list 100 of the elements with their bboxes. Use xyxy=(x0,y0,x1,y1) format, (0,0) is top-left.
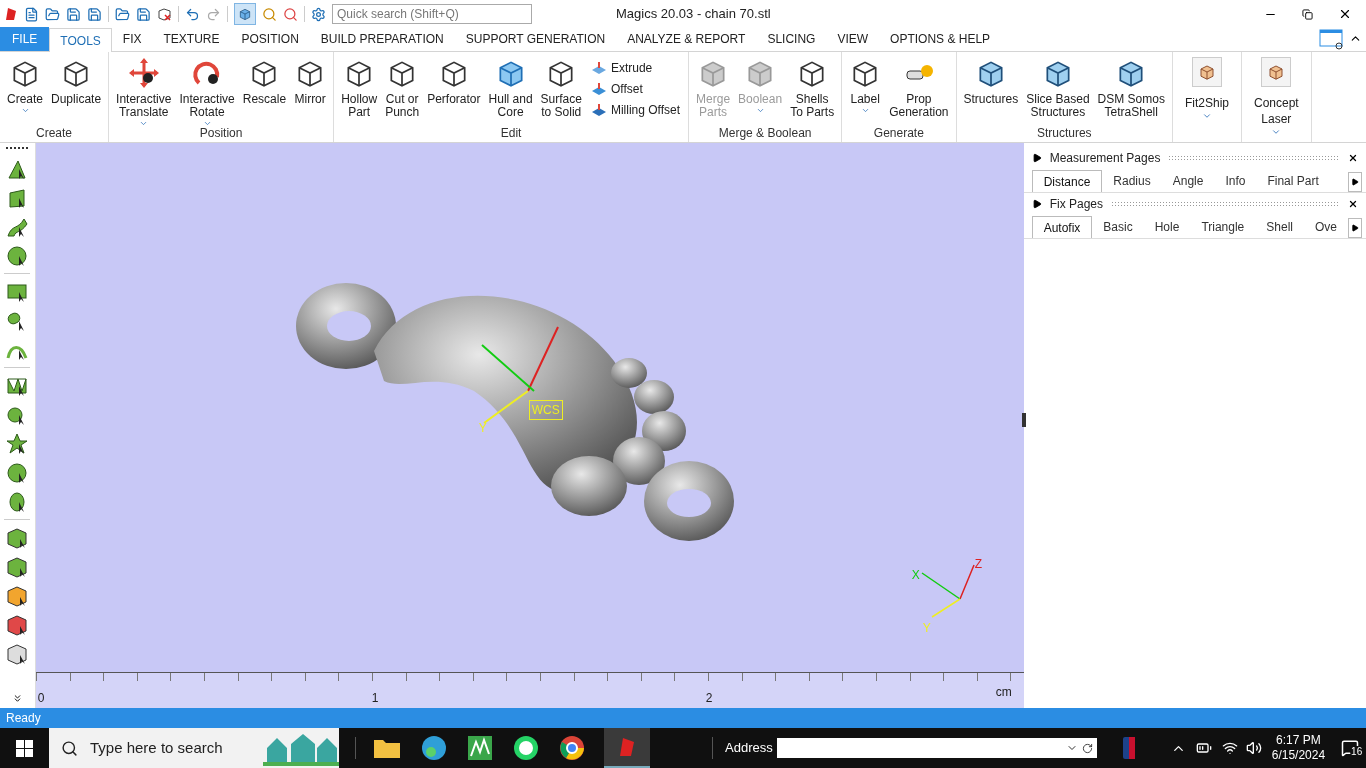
app-tile-icon[interactable] xyxy=(466,734,494,762)
chat-icon[interactable] xyxy=(512,734,540,762)
close-icon[interactable] xyxy=(1338,7,1352,21)
browser-icon[interactable] xyxy=(420,734,448,762)
refresh-icon[interactable] xyxy=(1081,742,1093,754)
cube-cursor-icon[interactable] xyxy=(6,526,29,549)
window-settings-icon[interactable] xyxy=(1319,29,1345,51)
panel-title: Measurement Pages xyxy=(1049,150,1161,167)
clock-date[interactable]: 6/15/2024 xyxy=(1271,748,1326,763)
select-tool-icon[interactable] xyxy=(6,461,29,484)
ribbon-button[interactable]: Interactive Rotate xyxy=(176,57,238,128)
restore-icon[interactable] xyxy=(1302,8,1313,20)
sports-logo-icon[interactable] xyxy=(1122,737,1135,759)
group-label: Merge & Boolean xyxy=(718,125,812,142)
new-file-icon[interactable] xyxy=(24,6,39,22)
save-as-icon[interactable] xyxy=(87,6,102,22)
ribbon-tab[interactable]: BUILD PREPARATION xyxy=(309,27,455,51)
window-title: Magics 20.03 - chain 70.stl xyxy=(616,5,771,24)
ribbon-button[interactable]: Surface to Solid xyxy=(537,57,585,119)
expand-icon[interactable] xyxy=(1031,199,1042,209)
ribbon-button[interactable]: Mirror xyxy=(291,57,330,106)
scroll-right-button[interactable] xyxy=(1348,218,1362,238)
ribbon-tab[interactable]: OPTIONS & HELP xyxy=(879,27,1002,51)
ribbon-tab[interactable]: TEXTURE xyxy=(152,27,231,51)
plugin-icon xyxy=(1191,57,1222,87)
ribbon-tab[interactable]: SUPPORT GENERATION xyxy=(454,27,617,51)
axis-label: Y xyxy=(478,420,487,437)
splitter-handle[interactable] xyxy=(1021,413,1026,427)
remove-part-icon[interactable] xyxy=(157,6,172,22)
address-label: Address xyxy=(725,739,773,758)
panel-tab[interactable]: Angle xyxy=(1161,170,1215,192)
close-icon[interactable] xyxy=(1348,199,1358,209)
save-part-icon[interactable] xyxy=(136,6,151,22)
ribbon-tab[interactable]: VIEW xyxy=(826,27,880,51)
ribbon-button[interactable]: Cut or Punch xyxy=(382,57,423,119)
ribbon-button[interactable]: Interactive Translate xyxy=(113,57,175,128)
cube-cursor-icon[interactable] xyxy=(6,584,29,607)
ribbon-tab[interactable]: ANALYZE & REPORT xyxy=(616,27,757,51)
panel-tab[interactable]: Basic xyxy=(1092,216,1144,238)
axis-label: Y xyxy=(922,620,931,637)
panel-tab[interactable]: Distance xyxy=(1031,170,1103,192)
taskbar-search-field[interactable]: Type here to search xyxy=(49,728,339,768)
ribbon-button[interactable]: Concept Laser xyxy=(1246,57,1307,137)
clock-time[interactable]: 6:17 PM xyxy=(1276,733,1321,748)
ribbon-tab[interactable]: POSITION xyxy=(230,27,310,51)
ribbon-tab[interactable]: SLICING xyxy=(756,27,827,51)
panel-tab[interactable]: Autofix xyxy=(1031,216,1093,238)
ribbon-tab[interactable]: FIX xyxy=(111,27,153,51)
panel-tab[interactable]: Ove xyxy=(1304,216,1348,238)
browser-icon[interactable] xyxy=(558,734,586,762)
panel-tab[interactable]: Radius xyxy=(1102,170,1162,192)
select-tool-icon[interactable] xyxy=(6,432,29,455)
ribbon-button[interactable]: Duplicate xyxy=(48,57,105,106)
expand-icon[interactable] xyxy=(1031,153,1042,163)
ribbon-button[interactable]: Perforator xyxy=(424,57,484,106)
battery-icon[interactable] xyxy=(1195,740,1212,756)
ribbon-button[interactable]: Extrude xyxy=(586,57,685,78)
ribbon-button[interactable]: Rescale xyxy=(239,57,290,106)
save-icon[interactable] xyxy=(66,6,81,22)
ribbon-button[interactable]: Prop Generation xyxy=(886,57,952,119)
ribbon-button[interactable]: Slice Based Structures xyxy=(1023,57,1093,119)
settings-icon[interactable] xyxy=(311,6,326,22)
close-icon[interactable] xyxy=(1348,153,1358,163)
wifi-icon[interactable] xyxy=(1221,740,1238,756)
select-mode-button[interactable] xyxy=(234,3,256,25)
cube-cursor-icon[interactable] xyxy=(6,555,29,578)
address-field[interactable] xyxy=(776,738,1097,758)
select-tool-icon[interactable] xyxy=(6,244,29,267)
ribbon-button[interactable]: Shells To Parts xyxy=(787,57,838,119)
cube-cursor-icon[interactable] xyxy=(6,642,29,665)
ribbon-button[interactable]: Milling Offset xyxy=(586,99,685,120)
panel-tab[interactable]: Info xyxy=(1214,170,1257,192)
panel-tab[interactable]: Shell xyxy=(1255,216,1304,238)
active-app-button[interactable] xyxy=(604,728,650,768)
ribbon-button[interactable]: Hull and Core xyxy=(485,57,536,119)
volume-icon[interactable] xyxy=(1245,740,1262,756)
ribbon-button[interactable]: Structures xyxy=(960,57,1022,106)
start-button[interactable] xyxy=(16,739,33,757)
group-label: Generate xyxy=(873,125,924,142)
zoom-reset-icon[interactable] xyxy=(283,6,298,22)
panel-tab[interactable]: Hole xyxy=(1143,216,1191,238)
panel-tab[interactable]: Final Part xyxy=(1256,170,1330,192)
ribbon-button[interactable]: Fit2Ship xyxy=(1176,57,1237,121)
undo-icon[interactable] xyxy=(185,6,200,22)
panel-tab[interactable]: Triangle xyxy=(1190,216,1256,238)
ribbon-button[interactable]: Hollow Part xyxy=(338,57,381,119)
import-folder-icon[interactable] xyxy=(115,6,130,22)
panel-title: Fix Pages xyxy=(1049,196,1103,213)
cube-cursor-icon[interactable] xyxy=(6,613,29,636)
layer-icon xyxy=(590,80,607,97)
ribbon-tab[interactable]: TOOLS xyxy=(49,28,112,52)
search-field[interactable]: Quick search (Shift+Q) xyxy=(332,4,532,24)
cube-icon xyxy=(238,7,252,21)
ribbon-button[interactable]: Offset xyxy=(586,78,685,99)
ribbon-button[interactable]: DSM Somos TetraShell xyxy=(1094,57,1168,119)
zoom-icon[interactable] xyxy=(262,6,277,22)
ribbon-button[interactable]: Create xyxy=(4,57,47,115)
scroll-right-button[interactable] xyxy=(1348,172,1362,192)
ribbon-button[interactable]: Label xyxy=(846,57,885,115)
open-folder-icon[interactable] xyxy=(45,6,60,22)
